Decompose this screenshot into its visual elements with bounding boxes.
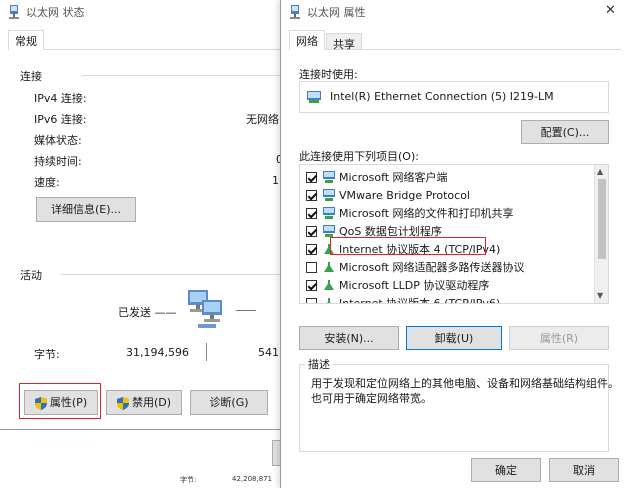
status-window-title: 以太网 状态 (26, 6, 85, 19)
uninstall-button-label: 卸载(U) (434, 332, 474, 345)
properties-window-title: 以太网 属性 (307, 6, 366, 19)
install-button-label: 安装(N)... (324, 332, 374, 345)
configure-button-label: 配置(C)... (540, 126, 590, 139)
tab-divider (8, 49, 289, 50)
network-service-icon (323, 207, 335, 219)
status-titlebar: 以太网 状态 (0, 0, 289, 24)
description-group-label: 描述 (305, 356, 333, 372)
ethernet-status-window: 以太网 状态 常规 连接 IPv4 连接: IPv6 连接: 无网络 媒体状态:… (0, 0, 290, 430)
tab-network[interactable]: 网络 (289, 30, 325, 50)
item-label: Internet 协议版本 6 (TCP/IPv6) (339, 297, 501, 304)
sent-label: 已发送 —— (118, 306, 177, 319)
protocol-icon (324, 262, 334, 272)
behind-bytes-label: 字节: (180, 476, 197, 484)
speed-label: 速度: (34, 176, 60, 189)
ipv6-value: 无网络 (246, 113, 279, 126)
list-item[interactable]: VMware Bridge Protocol (306, 186, 470, 204)
item-checkbox[interactable] (306, 279, 317, 291)
item-label: Microsoft LLDP 协议驱动程序 (339, 279, 490, 292)
item-checkbox[interactable] (306, 207, 317, 219)
ipv4-highlight-box (330, 237, 486, 255)
cancel-button-label: 取消 (573, 464, 595, 477)
network-client-icon (323, 171, 335, 183)
close-icon[interactable]: ✕ (605, 3, 616, 18)
item-label: VMware Bridge Protocol (339, 188, 470, 202)
details-button-label: 详细信息(E)... (50, 203, 122, 216)
uninstall-button[interactable]: 卸载(U) (406, 326, 502, 350)
protocol-icon (327, 298, 331, 303)
received-dash (236, 310, 256, 311)
network-service-icon (323, 225, 335, 237)
network-service-icon (323, 189, 335, 201)
properties-highlight-box (19, 383, 101, 419)
activity-group-label: 活动 (20, 269, 42, 282)
bytes-sent-value: 31,194,596 (126, 346, 189, 359)
ipv4-label: IPv4 连接: (34, 92, 87, 105)
items-list[interactable]: Microsoft 网络客户端 VMware Bridge Protocol M… (299, 164, 609, 304)
properties-titlebar: 以太网 属性 ✕ (281, 0, 628, 24)
tab-network-label: 网络 (296, 35, 318, 48)
adapter-name: Intel(R) Ethernet Connection (5) I219-LM (330, 90, 554, 103)
item-checkbox[interactable] (306, 171, 317, 183)
cancel-button[interactable]: 取消 (549, 458, 619, 482)
item-checkbox[interactable] (306, 261, 317, 273)
ipv6-label: IPv6 连接: (34, 113, 87, 126)
disable-button-label: 禁用(D) (131, 396, 172, 409)
install-button[interactable]: 安装(N)... (299, 326, 399, 350)
adapter-box: Intel(R) Ethernet Connection (5) I219-LM (299, 81, 609, 113)
network-adapter-icon (290, 5, 300, 19)
configure-button[interactable]: 配置(C)... (521, 120, 609, 144)
item-label: Microsoft 网络适配器多路传送器协议 (339, 261, 525, 274)
items-scrollbar[interactable]: ▲ ▼ (594, 165, 608, 303)
tab-general-label: 常规 (15, 35, 37, 48)
ethernet-properties-window: 以太网 属性 ✕ 网络 共享 连接时使用: Intel(R) Ethernet … (280, 0, 628, 488)
disable-button[interactable]: 禁用(D) (106, 390, 182, 415)
item-label: Microsoft 网络的文件和打印机共享 (339, 207, 514, 220)
uac-shield-icon (116, 396, 129, 410)
item-properties-button-label: 属性(R) (539, 332, 579, 345)
item-properties-button[interactable]: 属性(R) (509, 326, 609, 350)
bytes-label: 字节: (34, 348, 60, 361)
item-label: Microsoft 网络客户端 (339, 171, 448, 184)
list-item[interactable]: Microsoft 网络的文件和打印机共享 (306, 204, 514, 222)
media-state-label: 媒体状态: (34, 134, 82, 147)
list-item[interactable]: Microsoft 网络适配器多路传送器协议 (306, 258, 525, 276)
network-adapter-icon (307, 91, 321, 103)
description-text-line1: 用于发现和定位网络上的其他电脑、设备和网络基础结构组件。 (311, 377, 619, 390)
bytes-received-value: 541, (258, 346, 283, 359)
network-adapter-icon (9, 5, 19, 19)
duration-label: 持续时间: (34, 155, 82, 168)
diagnose-button-label: 诊断(G) (209, 396, 249, 409)
list-item[interactable]: Microsoft LLDP 协议驱动程序 (306, 276, 489, 294)
scrollbar-thumb[interactable] (598, 179, 606, 259)
items-label: 此连接使用下列项目(O): (299, 150, 419, 163)
list-item[interactable]: Internet 协议版本 6 (TCP/IPv6) (306, 294, 501, 304)
behind-bytes-value: 42,208,871 (232, 475, 273, 483)
connection-group-label: 连接 (20, 70, 42, 83)
diagnose-button[interactable]: 诊断(G) (190, 390, 268, 415)
description-text-line2: 也可用于确定网络带宽。 (311, 392, 432, 405)
tab-sharing[interactable]: 共享 (326, 33, 362, 51)
scroll-down-icon[interactable]: ▼ (597, 291, 603, 300)
bytes-divider (206, 343, 207, 361)
ok-button-label: 确定 (495, 464, 517, 477)
item-checkbox[interactable] (306, 225, 317, 237)
activity-group-line (60, 274, 289, 275)
item-checkbox[interactable] (306, 243, 317, 255)
connection-group-line (82, 75, 289, 76)
list-item[interactable]: Microsoft 网络客户端 (306, 168, 448, 186)
network-activity-icon (188, 290, 222, 328)
item-checkbox[interactable] (306, 189, 317, 201)
protocol-icon (324, 280, 334, 290)
connect-using-label: 连接时使用: (299, 68, 358, 81)
tab-general[interactable]: 常规 (8, 30, 44, 50)
details-button[interactable]: 详细信息(E)... (36, 197, 136, 222)
ok-button[interactable]: 确定 (471, 458, 541, 482)
item-checkbox[interactable] (306, 297, 317, 303)
scroll-up-icon[interactable]: ▲ (597, 167, 603, 176)
tab-sharing-label: 共享 (333, 38, 355, 51)
